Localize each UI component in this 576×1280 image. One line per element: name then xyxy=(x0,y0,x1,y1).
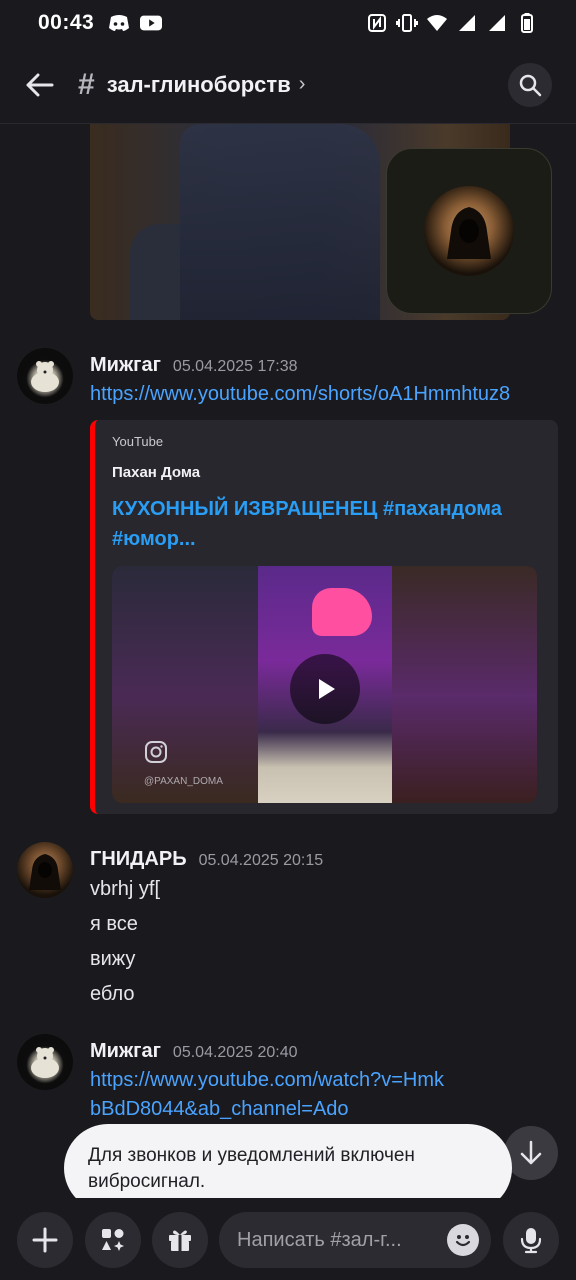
play-icon xyxy=(319,679,335,699)
emoji-button[interactable] xyxy=(447,1224,479,1256)
message-input-wrapper[interactable] xyxy=(219,1212,491,1268)
plus-icon xyxy=(32,1227,58,1253)
nfc-icon xyxy=(366,12,388,34)
gift-icon xyxy=(169,1230,191,1251)
apps-icon xyxy=(102,1229,124,1251)
instagram-icon xyxy=(144,740,168,769)
back-button[interactable] xyxy=(20,65,60,105)
status-time: 00:43 xyxy=(38,11,95,34)
hash-icon: # xyxy=(78,67,95,101)
timestamp: 05.04.2025 17:38 xyxy=(172,358,298,375)
avatar[interactable] xyxy=(17,842,73,898)
chevron-right-icon[interactable]: › xyxy=(299,73,306,96)
vibrate-icon xyxy=(396,12,418,34)
message-input[interactable] xyxy=(237,1228,417,1252)
jump-to-bottom-button[interactable] xyxy=(504,1126,558,1180)
message-text: vbrhj yf[ xyxy=(90,878,161,900)
signal-icon xyxy=(456,12,478,34)
watermark-text: @PAXAN_DOMA xyxy=(144,776,223,787)
channel-header: # зал-глиноборств › xyxy=(0,46,576,124)
message-link[interactable]: https://www.youtube.com/shorts/oA1Hmmhtu… xyxy=(90,380,560,409)
hooded-figure-image xyxy=(424,186,514,276)
message-list[interactable]: Мижгаг 05.04.2025 17:38 https://www.yout… xyxy=(0,124,576,1196)
avatar[interactable] xyxy=(17,348,73,404)
wifi-icon xyxy=(426,12,448,34)
microphone-icon xyxy=(520,1228,542,1254)
message-text: ебло xyxy=(90,983,135,1005)
message-link[interactable]: https://www.youtube.com/watch?v=HmkbBdD8… xyxy=(90,1066,450,1124)
status-bar: 00:43 xyxy=(0,0,576,46)
message-text: я все xyxy=(90,913,138,935)
author-name[interactable]: Мижгаг xyxy=(90,354,161,377)
embed-title[interactable]: КУХОННЫЙ ИЗВРАЩЕНЕЦ #пахандома #юмор... xyxy=(112,494,542,554)
voice-message-button[interactable] xyxy=(503,1212,559,1268)
youtube-icon xyxy=(140,12,163,34)
search-icon xyxy=(519,74,542,96)
timestamp: 05.04.2025 20:15 xyxy=(198,852,324,869)
author-name[interactable]: Мижгаг xyxy=(90,1040,161,1063)
signal-icon xyxy=(486,12,508,34)
author-name[interactable]: ГНИДАРЬ xyxy=(90,848,187,871)
timestamp: 05.04.2025 20:40 xyxy=(172,1044,298,1061)
discord-icon xyxy=(108,12,130,34)
add-attachment-button[interactable] xyxy=(17,1212,73,1268)
battery-icon xyxy=(516,12,538,34)
apps-button[interactable] xyxy=(85,1212,141,1268)
sticker[interactable] xyxy=(386,148,552,314)
embed-author[interactable]: Пахан Дома xyxy=(112,464,200,481)
avatar[interactable] xyxy=(17,1034,73,1090)
video-thumbnail[interactable]: @PAXAN_DOMA xyxy=(112,566,537,803)
embed-provider[interactable]: YouTube xyxy=(112,434,163,449)
message-text: вижу xyxy=(90,948,136,970)
arrow-down-icon xyxy=(520,1140,542,1165)
youtube-embed: YouTube Пахан Дома КУХОННЫЙ ИЗВРАЩЕНЕЦ #… xyxy=(90,420,558,814)
search-button[interactable] xyxy=(508,62,552,107)
smile-icon xyxy=(455,1235,471,1247)
arrow-left-icon xyxy=(26,73,54,96)
message-composer xyxy=(0,1198,576,1280)
play-button[interactable] xyxy=(290,654,360,724)
gift-button[interactable] xyxy=(152,1212,208,1268)
channel-name[interactable]: зал-глиноборств xyxy=(107,72,291,98)
